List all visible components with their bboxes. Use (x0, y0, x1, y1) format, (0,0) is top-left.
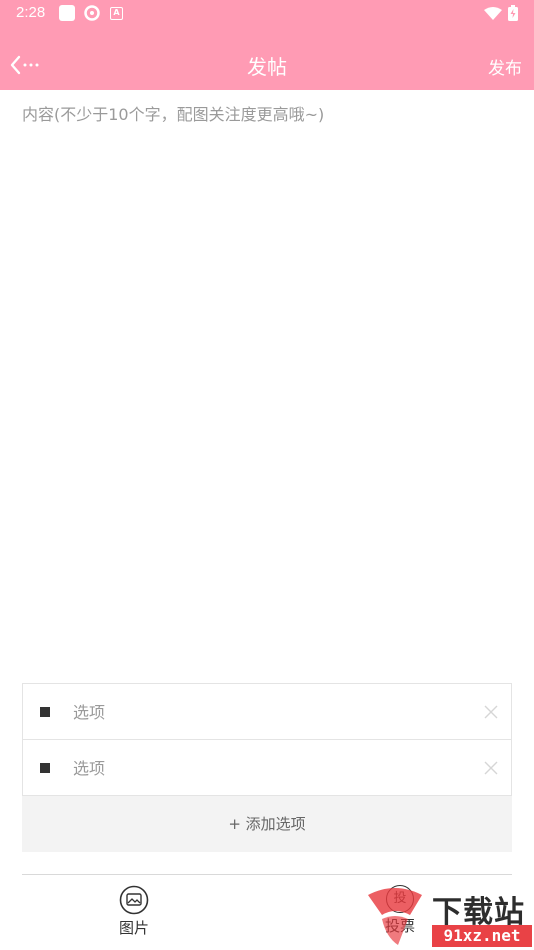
vote-option-row (22, 739, 512, 796)
page-title: 发帖 (247, 55, 287, 79)
vote-option-row (22, 683, 512, 740)
a-icon: A (110, 7, 123, 20)
watermark-url: 91xz.net (432, 925, 532, 947)
remove-option-icon[interactable] (484, 704, 498, 719)
remove-option-icon[interactable] (484, 760, 498, 775)
watermark-logo: 下载站 91xz.net (360, 885, 534, 950)
option-bullet (40, 707, 50, 717)
image-tool-button[interactable]: 图片 (104, 885, 164, 945)
nav-bar: 发帖 发布 (0, 40, 534, 90)
square-notification-icon (59, 5, 75, 21)
vote-option-input[interactable] (73, 754, 453, 782)
image-icon (119, 885, 149, 915)
toolbar-divider (22, 874, 512, 875)
top-bar: 2:28 A 发帖 发布 (0, 0, 534, 90)
add-option-button[interactable]: + 添加选项 (22, 796, 512, 852)
image-tool-label: 图片 (118, 919, 149, 937)
status-time: 2:28 (16, 4, 46, 21)
watermark-mark-icon (368, 888, 422, 945)
post-content-input[interactable] (22, 101, 512, 661)
aperture-icon (84, 5, 100, 21)
battery-icon (508, 5, 518, 25)
vote-option-input[interactable] (73, 698, 453, 726)
status-bar: 2:28 A (0, 0, 534, 28)
option-bullet (40, 763, 50, 773)
publish-button[interactable]: 发布 (488, 54, 522, 79)
wifi-icon (484, 6, 502, 25)
